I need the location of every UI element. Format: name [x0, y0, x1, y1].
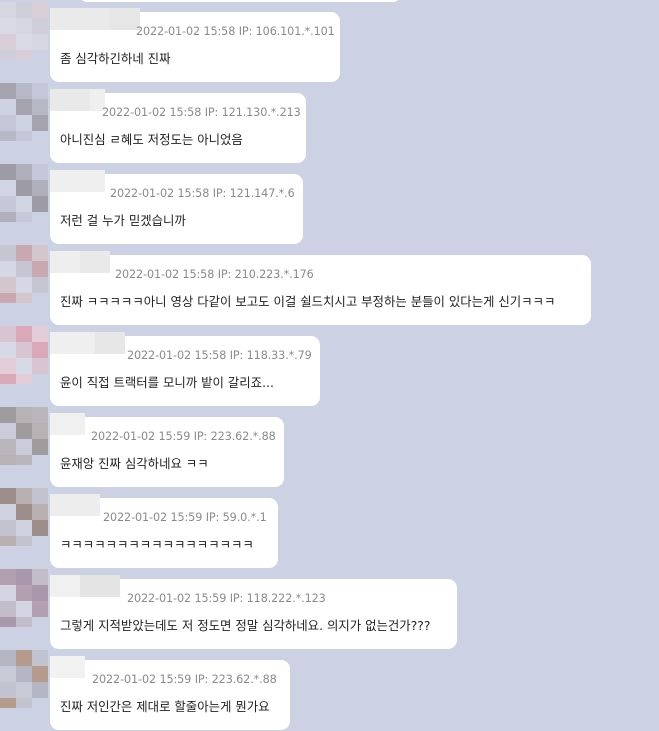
comment-text: 윤재앙 진짜 심각하네요 ㅋㅋ	[60, 456, 209, 471]
comment-meta: 2022-01-02 15:59 IP: 59.0.*.1	[103, 512, 267, 524]
timestamp: 2022-01-02 15:59	[103, 511, 203, 524]
avatar	[0, 407, 48, 465]
comment-text: 아니진심 ㄹ혜도 저정도는 아니었음	[60, 132, 243, 147]
timestamp: 2022-01-02 15:58	[102, 106, 202, 119]
comment-text: 윤이 직접 트랙터를 모니까 밭이 갈리죠...	[60, 375, 274, 390]
comment-bubble: 2022-01-02 15:58 IP: 121.130.*.213 아니진심 ㄹ…	[50, 89, 306, 163]
comment-text: ㅋㅋㅋㅋㅋㅋㅋㅋㅋㅋㅋㅋㅋㅋㅋㅋㅋ	[60, 537, 254, 552]
comment-meta: 2022-01-02 15:59 IP: 223.62.*.88	[91, 431, 276, 443]
comment-meta: 2022-01-02 15:58 IP: 121.130.*.213	[102, 107, 301, 119]
blurred-nickname	[50, 170, 105, 192]
comment-meta: 2022-01-02 15:59 IP: 118.222.*.123	[127, 593, 326, 605]
blurred-nickname	[50, 89, 105, 111]
previous-message-bubble	[80, 0, 400, 2]
comment-text: 좀 심각하긴하네 진짜	[60, 51, 171, 66]
blurred-nickname	[50, 494, 100, 516]
comment-bubble: 2022-01-02 15:59 IP: 223.62.*.88 윤재앙 진짜 심…	[50, 413, 284, 487]
timestamp: 2022-01-02 15:58	[127, 349, 227, 362]
timestamp: 2022-01-02 15:59	[127, 592, 227, 605]
avatar	[0, 83, 48, 141]
blurred-nickname	[50, 413, 85, 435]
blurred-nickname	[50, 251, 110, 273]
ip-address: IP: 121.130.*.213	[204, 106, 301, 119]
ip-address: IP: 121.147.*.6	[212, 187, 295, 200]
blurred-nickname	[50, 8, 140, 30]
timestamp: 2022-01-02 15:58	[110, 187, 210, 200]
blurred-nickname	[50, 332, 125, 354]
avatar	[0, 569, 48, 627]
ip-address: IP: 223.62.*.88	[193, 430, 276, 443]
avatar	[0, 245, 48, 303]
comment-bubble: 2022-01-02 15:58 IP: 118.33.*.79 윤이 직접 트랙…	[50, 332, 320, 406]
comment-bubble: 2022-01-02 15:58 IP: 106.101.*.101 좀 심각하긴…	[50, 8, 340, 82]
avatar	[0, 326, 48, 384]
comment-text: 그렇게 지적받았는데도 저 정도면 정말 심각하네요. 의지가 없는건가???	[60, 618, 431, 633]
comment-meta: 2022-01-02 15:58 IP: 210.223.*.176	[115, 269, 314, 281]
comment-bubble: 2022-01-02 15:59 IP: 223.62.*.88 진짜 저인간은 …	[50, 656, 290, 730]
comment-bubble: 2022-01-02 15:59 IP: 118.222.*.123 그렇게 지적…	[50, 575, 457, 649]
ip-address: IP: 118.33.*.79	[229, 349, 312, 362]
comment-bubble: 2022-01-02 15:59 IP: 59.0.*.1 ㅋㅋㅋㅋㅋㅋㅋㅋㅋㅋㅋ…	[50, 494, 278, 568]
timestamp: 2022-01-02 15:58	[115, 268, 215, 281]
comment-text: 진짜 저인간은 제대로 할줄아는게 뭔가요	[60, 699, 270, 714]
avatar	[0, 164, 48, 222]
ip-address: IP: 210.223.*.176	[217, 268, 314, 281]
blurred-nickname	[50, 575, 120, 597]
avatar	[0, 2, 48, 60]
avatar	[0, 650, 48, 708]
comment-meta: 2022-01-02 15:58 IP: 118.33.*.79	[127, 350, 312, 362]
comment-bubble: 2022-01-02 15:58 IP: 121.147.*.6 저런 걸 누가 …	[50, 170, 303, 244]
timestamp: 2022-01-02 15:59	[91, 430, 191, 443]
timestamp: 2022-01-02 15:58	[136, 25, 236, 38]
ip-address: IP: 106.101.*.101	[238, 25, 335, 38]
blurred-nickname	[50, 656, 85, 678]
comment-text: 진짜 ㅋㅋㅋㅋㅋ아니 영상 다같이 보고도 이걸 쉴드치시고 부정하는 분들이 …	[60, 294, 556, 309]
timestamp: 2022-01-02 15:59	[92, 673, 192, 686]
avatar	[0, 488, 48, 546]
comment-bubble: 2022-01-02 15:58 IP: 210.223.*.176 진짜 ㅋㅋㅋ…	[50, 251, 591, 325]
ip-address: IP: 223.62.*.88	[194, 673, 277, 686]
comment-meta: 2022-01-02 15:58 IP: 121.147.*.6	[110, 188, 295, 200]
chat-thread: 2022-01-02 15:58 IP: 106.101.*.101 좀 심각하긴…	[0, 0, 659, 731]
comment-meta: 2022-01-02 15:58 IP: 106.101.*.101	[136, 26, 335, 38]
comment-text: 저런 걸 누가 믿겠습니까	[60, 213, 186, 228]
ip-address: IP: 118.222.*.123	[229, 592, 326, 605]
ip-address: IP: 59.0.*.1	[205, 511, 267, 524]
comment-meta: 2022-01-02 15:59 IP: 223.62.*.88	[92, 674, 277, 686]
